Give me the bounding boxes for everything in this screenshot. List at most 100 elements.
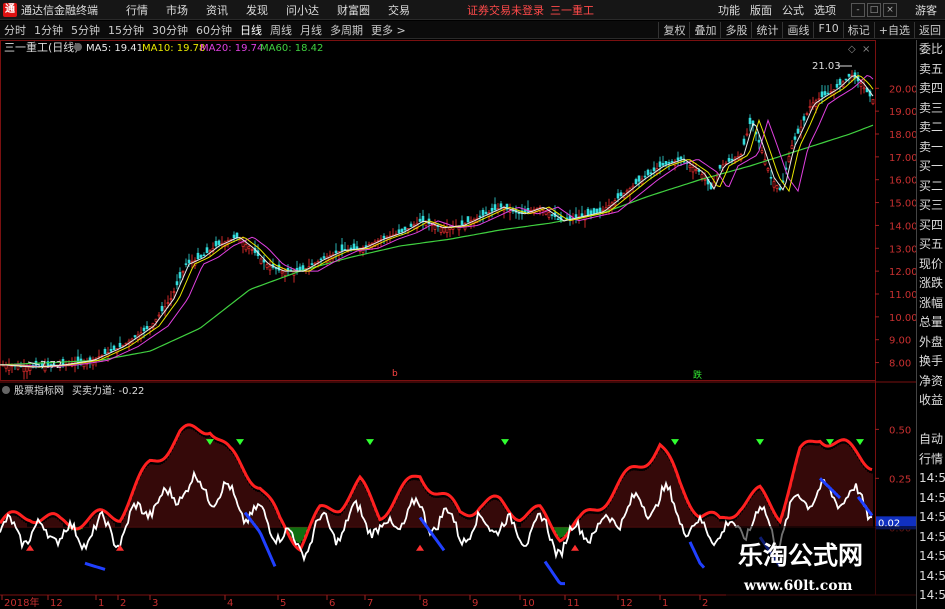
tool-button-2[interactable]: 多股 xyxy=(720,21,751,38)
tool-button-3[interactable]: 统计 xyxy=(751,21,782,38)
menu-item-4[interactable]: 问小达 xyxy=(277,2,328,18)
candle-body[interactable] xyxy=(859,83,863,87)
candle-body[interactable] xyxy=(124,342,128,345)
guest-label[interactable]: 游客 xyxy=(915,2,937,18)
tool-button-7[interactable]: +自选 xyxy=(873,21,914,38)
tab-period-1[interactable]: 1分钟 xyxy=(30,22,67,38)
candle-body[interactable] xyxy=(817,98,821,101)
chart-area[interactable]: 20.0019.0018.0017.0016.0015.0014.0013.00… xyxy=(0,40,916,609)
tab-period-5[interactable]: 60分钟 xyxy=(192,22,236,38)
candle-body[interactable] xyxy=(826,92,830,95)
candle-body[interactable] xyxy=(574,214,578,218)
candle-body[interactable] xyxy=(862,87,866,90)
candle-body[interactable] xyxy=(769,176,773,179)
candle-body[interactable] xyxy=(142,327,146,332)
candle-body[interactable] xyxy=(283,270,287,276)
candle-body[interactable] xyxy=(691,167,695,173)
candle-body[interactable] xyxy=(802,116,806,121)
candle-body[interactable] xyxy=(592,208,596,214)
candle-body[interactable] xyxy=(265,264,269,268)
menu-item-2[interactable]: 资讯 xyxy=(197,2,237,18)
candle-body[interactable] xyxy=(199,255,203,258)
candle-body[interactable] xyxy=(403,226,407,231)
tool-button-6[interactable]: 标记 xyxy=(842,21,874,38)
candle-body[interactable] xyxy=(112,345,116,351)
menu-item-5[interactable]: 财富圈 xyxy=(328,2,379,18)
candle-body[interactable] xyxy=(364,245,368,247)
candle-body[interactable] xyxy=(658,161,662,167)
tool-button-0[interactable]: 复权 xyxy=(658,21,689,38)
candle-body[interactable] xyxy=(748,117,752,125)
candle-body[interactable] xyxy=(208,250,212,253)
candle-body[interactable] xyxy=(205,247,209,254)
candle-body[interactable] xyxy=(550,214,554,216)
candle-body[interactable] xyxy=(478,215,482,218)
candle-body[interactable] xyxy=(787,156,791,163)
candle-body[interactable] xyxy=(871,98,875,105)
tab-period-2[interactable]: 5分钟 xyxy=(67,22,104,38)
candle-body[interactable] xyxy=(196,252,200,260)
candle-body[interactable] xyxy=(652,167,656,172)
candle-body[interactable] xyxy=(586,208,590,215)
tool-button-5[interactable]: F10 xyxy=(813,21,842,38)
maximize-icon[interactable]: □ xyxy=(867,2,881,17)
candle-body[interactable] xyxy=(616,193,620,199)
candle-body[interactable] xyxy=(187,259,191,264)
candle-body[interactable] xyxy=(157,314,161,317)
side-item-20[interactable]: 自动 xyxy=(917,430,945,450)
candle-body[interactable] xyxy=(745,133,749,136)
candle-body[interactable] xyxy=(355,246,359,250)
candle-body[interactable] xyxy=(109,349,113,352)
candle-body[interactable] xyxy=(766,168,770,171)
candle-body[interactable] xyxy=(625,190,629,193)
menu-item-1[interactable]: 市场 xyxy=(157,2,197,18)
candle-body[interactable] xyxy=(202,254,206,257)
candle-body[interactable] xyxy=(418,218,422,222)
candle-body[interactable] xyxy=(16,365,20,370)
candle-body[interactable] xyxy=(730,158,734,161)
candle-body[interactable] xyxy=(808,106,812,108)
candle-body[interactable] xyxy=(439,227,443,233)
menu-item-3[interactable]: 发现 xyxy=(237,2,277,18)
candle-body[interactable] xyxy=(244,244,248,251)
candle-body[interactable] xyxy=(619,192,623,197)
candle-body[interactable] xyxy=(247,246,251,249)
side-item-25[interactable]: 14:50 xyxy=(917,528,945,548)
candle-body[interactable] xyxy=(670,161,674,163)
candle-body[interactable] xyxy=(637,175,641,182)
candle-body[interactable] xyxy=(214,241,218,247)
account-login-warning[interactable]: 证券交易未登录 xyxy=(467,2,544,18)
candle-body[interactable] xyxy=(760,150,764,153)
candle-body[interactable] xyxy=(4,364,8,369)
candle-body[interactable] xyxy=(727,158,731,162)
candle-body[interactable] xyxy=(421,215,425,222)
side-item-27[interactable]: 14:50 xyxy=(917,567,945,587)
candle-body[interactable] xyxy=(664,161,668,165)
candle-body[interactable] xyxy=(217,240,221,245)
indicator-settings-icon[interactable] xyxy=(2,386,10,394)
candle-body[interactable] xyxy=(547,212,551,218)
candle-body[interactable] xyxy=(433,225,437,230)
tab-period-9[interactable]: 多周期 xyxy=(326,22,367,38)
right-menu-item-3[interactable]: 选项 xyxy=(809,2,841,18)
candle-body[interactable] xyxy=(778,187,782,191)
candle-body[interactable] xyxy=(796,128,800,134)
candle-body[interactable] xyxy=(820,91,824,98)
candle-body[interactable] xyxy=(493,204,497,211)
tab-period-3[interactable]: 15分钟 xyxy=(104,22,148,38)
candle-body[interactable] xyxy=(742,138,746,145)
candle-body[interactable] xyxy=(235,232,239,238)
candle-body[interactable] xyxy=(460,220,464,226)
candle-body[interactable] xyxy=(646,169,650,176)
candle-body[interactable] xyxy=(340,244,344,251)
candle-body[interactable] xyxy=(268,265,272,271)
candle-body[interactable] xyxy=(484,211,488,215)
candle-body[interactable] xyxy=(133,335,137,338)
candle-body[interactable] xyxy=(835,83,839,88)
side-item-23[interactable]: 14:50 xyxy=(917,489,945,509)
side-item-29[interactable]: 14:50 xyxy=(917,606,945,609)
side-item-24[interactable]: 14:50 xyxy=(917,508,945,528)
candle-body[interactable] xyxy=(166,302,170,304)
candle-body[interactable] xyxy=(667,162,671,164)
candle-body[interactable] xyxy=(409,223,413,227)
